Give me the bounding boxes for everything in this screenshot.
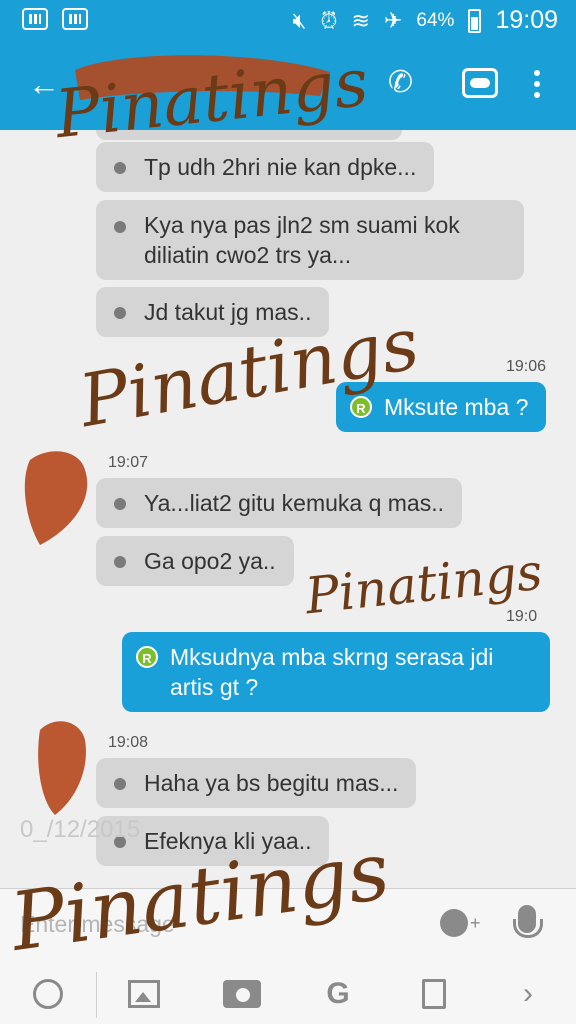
airplane-icon: ✈︎ xyxy=(383,7,403,33)
toolbar-divider xyxy=(96,972,97,1018)
message-timestamp: 19:07 xyxy=(108,454,149,471)
message-bubble-outgoing[interactable]: R Mksute mba ? xyxy=(336,382,547,432)
timer-icon[interactable] xyxy=(28,974,68,1014)
bbm-notification-icon xyxy=(62,8,88,30)
message-text: Ya...liat2 gitu kemuka q mas.. xyxy=(144,490,444,516)
image-icon[interactable] xyxy=(124,974,164,1014)
file-icon[interactable] xyxy=(414,974,454,1014)
alarm-icon: ⏰︎ xyxy=(320,7,338,33)
message-bubble-incoming[interactable]: Jd takut jg mas.. xyxy=(96,287,330,337)
message-bubble-incoming[interactable]: Haha ya bs begitu mas... xyxy=(96,758,417,808)
camera-icon[interactable] xyxy=(222,974,262,1014)
attachment-toolbar: G › xyxy=(0,966,576,1024)
battery-percent: 64% xyxy=(416,9,455,31)
read-dot-icon xyxy=(114,162,126,174)
read-dot-icon xyxy=(114,778,126,790)
microphone-icon[interactable] xyxy=(513,905,543,938)
read-dot-icon xyxy=(114,556,126,568)
app-bar: ← ✆ xyxy=(0,40,576,130)
message-bubble-incoming[interactable]: Kya nya pas jln2 sm suami kok diliatin c… xyxy=(96,200,524,280)
message-text: Efeknya kli yaa.. xyxy=(144,828,312,854)
status-bar: 🔇︎ ⏰︎ ≋ ✈︎ 64% 19:09 xyxy=(0,0,576,40)
message-timestamp: 19:0 xyxy=(506,608,538,625)
date-overlay: 0_/12/2015 xyxy=(20,816,141,843)
message-bubble-incoming[interactable]: Ya...liat2 gitu kemuka q mas.. xyxy=(96,478,462,528)
chevron-right-icon[interactable]: › xyxy=(508,974,548,1014)
wifi-icon: ≋ xyxy=(351,7,370,33)
message-text: Haha ya bs begitu mas... xyxy=(144,770,399,796)
read-receipt-icon: R xyxy=(136,646,158,668)
message-timestamp: 19:08 xyxy=(108,734,149,751)
message-text: Mksudnya mba skrng serasa jdi artis gt ? xyxy=(170,644,494,700)
contact-card-icon[interactable] xyxy=(462,68,498,98)
message-bubble-partial xyxy=(96,130,402,140)
phone-icon[interactable]: ✆ xyxy=(388,66,413,100)
emoji-icon[interactable] xyxy=(440,909,481,937)
message-text: Jd takut jg mas.. xyxy=(144,299,312,325)
message-text: Kya nya pas jln2 sm suami kok diliatin c… xyxy=(144,212,460,268)
read-dot-icon xyxy=(114,307,126,319)
clock-time: 19:09 xyxy=(495,6,558,34)
glympse-icon[interactable]: G xyxy=(318,974,358,1014)
message-bubble-incoming[interactable]: Ga opo2 ya.. xyxy=(96,536,294,586)
message-input-bar: Enter message xyxy=(0,888,576,966)
message-timestamp: 19:06 xyxy=(506,358,547,375)
message-text: Tp udh 2hri nie kan dpke... xyxy=(144,154,417,180)
back-arrow-icon[interactable]: ← xyxy=(28,66,60,102)
read-receipt-icon: R xyxy=(350,396,372,418)
overflow-menu-icon[interactable] xyxy=(530,70,544,98)
chat-area[interactable]: Tp udh 2hri nie kan dpke... Kya nya pas … xyxy=(0,130,576,888)
read-dot-icon xyxy=(114,221,126,233)
message-bubble-outgoing[interactable]: R Mksudnya mba skrng serasa jdi artis gt… xyxy=(122,632,550,712)
message-input[interactable]: Enter message xyxy=(20,911,410,938)
mute-icon: 🔇︎ xyxy=(292,7,307,33)
message-text: Ga opo2 ya.. xyxy=(144,548,276,574)
message-bubble-incoming[interactable]: Tp udh 2hri nie kan dpke... xyxy=(96,142,435,192)
message-text: Mksute mba ? xyxy=(384,394,529,420)
bbm-notification-icon xyxy=(22,8,48,30)
read-dot-icon xyxy=(114,498,126,510)
battery-icon xyxy=(468,8,482,33)
